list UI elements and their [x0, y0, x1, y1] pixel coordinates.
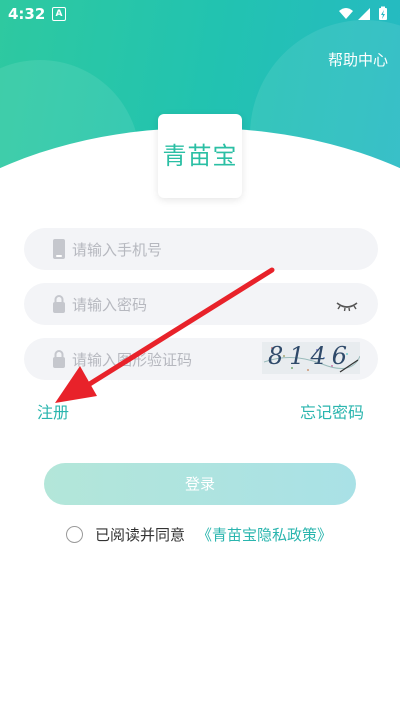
- red-arrow-annotation: [55, 267, 275, 403]
